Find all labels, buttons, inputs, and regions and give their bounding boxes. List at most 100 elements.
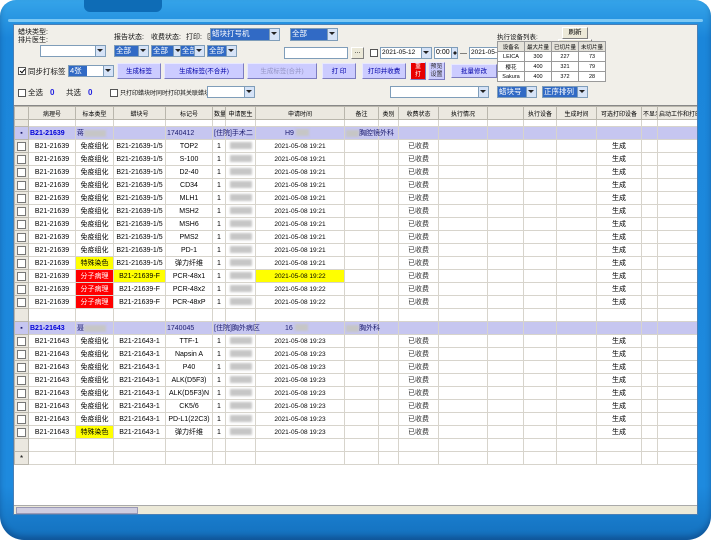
case-number[interactable]: B21-21643 — [30, 325, 65, 332]
date-from-combo[interactable]: 2021-05-12 — [380, 47, 432, 59]
scrollbar-thumb[interactable] — [16, 507, 138, 514]
date-range-checkbox[interactable] — [370, 49, 378, 57]
browse-button[interactable]: ... — [351, 47, 364, 59]
generate-link[interactable]: 生成 — [612, 260, 626, 267]
generate-link[interactable]: 生成 — [612, 169, 626, 176]
worklist-row[interactable]: B21-21639免疫组化B21-21639-1/5PMS212021-05-0… — [15, 231, 698, 244]
worklist-row[interactable]: B21-21639免疫组化B21-21639-1/5MSH612021-05-0… — [15, 218, 698, 231]
worklist-row[interactable]: B21-21639分子病理B21-21639-FPCR-48x112021-05… — [15, 270, 698, 283]
generate-link[interactable]: 生成 — [612, 416, 626, 423]
worklist-row[interactable]: B21-21643免疫组化B21-21643-1TTF-112021-05-08… — [15, 335, 698, 348]
generate-link[interactable]: 生成 — [612, 390, 626, 397]
generate-link[interactable]: 生成 — [612, 195, 626, 202]
worklist-row[interactable]: B21-21643免疫组化B21-21643-1ALK(D5F3)N12021-… — [15, 387, 698, 400]
row-checkbox[interactable] — [17, 246, 26, 255]
sort-field-combo[interactable]: 蜡块号 — [497, 86, 537, 98]
row-checkbox[interactable] — [17, 233, 26, 242]
device-filter-combo[interactable] — [390, 86, 489, 98]
generate-link[interactable]: 生成 — [612, 273, 626, 280]
row-checkbox[interactable] — [17, 415, 26, 424]
worklist-row[interactable]: B21-21639免疫组化B21-21639-1/5MSH212021-05-0… — [15, 205, 698, 218]
worklist-row[interactable]: B21-21639免疫组化B21-21639-1/5PD-112021-05-0… — [15, 244, 698, 257]
row-checkbox[interactable] — [17, 220, 26, 229]
filter-combo[interactable] — [207, 86, 255, 98]
row-checkbox[interactable] — [17, 272, 26, 281]
row-checkbox[interactable] — [17, 337, 26, 346]
row-checkbox[interactable] — [17, 181, 26, 190]
generate-link[interactable]: 生成 — [612, 299, 626, 306]
print-button[interactable]: 打 印 — [322, 63, 356, 79]
worklist-row[interactable]: B21-21639特殊染色B21-21639-1/5弹力纤维12021-05-0… — [15, 257, 698, 270]
worklist-row[interactable]: B21-21643免疫组化B21-21643-1ALK(D5F3)12021-0… — [15, 374, 698, 387]
horizontal-scrollbar[interactable] — [14, 505, 697, 514]
group-header-row[interactable]: ▪B21-21643聂1740045[住院]胸外病区16 胸外科 — [15, 322, 698, 335]
refresh-button[interactable]: 刷新 — [562, 27, 588, 39]
generate-link[interactable]: 生成 — [612, 234, 626, 241]
row-checkbox[interactable] — [17, 259, 26, 268]
worklist-row[interactable]: B21-21643免疫组化B21-21643-1PD-L1(22C3)12021… — [15, 413, 698, 426]
generate-link[interactable]: 生成 — [612, 286, 626, 293]
region-combo[interactable]: 全部 — [207, 45, 237, 57]
worklist-row[interactable]: B21-21639免疫组化B21-21639-1/5S-10012021-05-… — [15, 153, 698, 166]
row-checkbox[interactable] — [17, 363, 26, 372]
generate-link[interactable]: 生成 — [612, 377, 626, 384]
link-print-checkbox[interactable] — [110, 89, 118, 97]
generate-link[interactable]: 生成 — [612, 143, 626, 150]
worklist-row[interactable]: B21-21639分子病理B21-21639-FPCR-48x212021-05… — [15, 283, 698, 296]
time-from-stepper[interactable]: 0:00 — [434, 47, 458, 59]
generate-labels-nomerge-button[interactable]: 生成标签(不合并) — [164, 63, 244, 79]
generate-link[interactable]: 生成 — [612, 338, 626, 345]
row-checkbox[interactable] — [17, 155, 26, 164]
row-checkbox[interactable] — [17, 389, 26, 398]
worklist-row[interactable]: B21-21639免疫组化B21-21639-1/5MLH112021-05-0… — [15, 192, 698, 205]
empty-cell — [439, 244, 488, 257]
row-checkbox[interactable] — [17, 285, 26, 294]
row-checkbox[interactable] — [17, 402, 26, 411]
device-group-combo[interactable]: 蜡块打号机 — [210, 28, 280, 41]
generate-link[interactable]: 生成 — [612, 403, 626, 410]
row-checkbox[interactable] — [17, 298, 26, 307]
select-all-checkbox[interactable] — [18, 89, 26, 97]
sort-order-combo[interactable]: 正序排列 — [542, 86, 588, 98]
row-checkbox[interactable] — [17, 376, 26, 385]
generate-link[interactable]: 生成 — [612, 247, 626, 254]
block-type-combo[interactable] — [40, 45, 106, 57]
keyword-input[interactable] — [284, 47, 348, 59]
row-checkbox[interactable] — [17, 142, 26, 151]
generate-link[interactable]: 生成 — [612, 182, 626, 189]
copies-combo[interactable]: 4张 — [68, 65, 114, 77]
case-number[interactable]: B21-21639 — [30, 130, 65, 137]
generate-link[interactable]: 生成 — [612, 208, 626, 215]
generate-link[interactable]: 生成 — [612, 221, 626, 228]
mode-combo[interactable]: 全部 — [290, 28, 338, 41]
generate-link[interactable]: 生成 — [612, 429, 626, 436]
generate-labels-merge-button[interactable]: 生成标签(合并) — [247, 63, 317, 79]
worklist-row[interactable]: B21-21639分子病理B21-21639-FPCR-48xP12021-05… — [15, 296, 698, 309]
sync-label-checkbox[interactable] — [18, 67, 26, 75]
generate-labels-button[interactable]: 生成标签 — [117, 63, 161, 79]
case-number-cell: B21-21639 — [29, 270, 76, 283]
urgent-reprint-button[interactable]: 重打 — [410, 62, 426, 80]
batch-edit-button[interactable]: 批量修改 — [451, 64, 497, 78]
print-filter-combo[interactable]: 全部 — [180, 45, 205, 57]
worklist-row[interactable]: B21-21639免疫组化B21-21639-1/5CD3412021-05-0… — [15, 179, 698, 192]
worklist-row[interactable]: B21-21643免疫组化B21-21643-1CK5/612021-05-08… — [15, 400, 698, 413]
preview-settings-button[interactable]: 预览设置 — [428, 62, 445, 80]
generate-link[interactable]: 生成 — [612, 156, 626, 163]
row-checkbox[interactable] — [17, 350, 26, 359]
report-status-combo[interactable]: 全部 — [114, 45, 149, 57]
row-checkbox[interactable] — [17, 428, 26, 437]
generate-link[interactable]: 生成 — [612, 351, 626, 358]
quantity-cell: 1 — [213, 348, 226, 361]
row-checkbox[interactable] — [17, 168, 26, 177]
row-checkbox[interactable] — [17, 194, 26, 203]
print-and-charge-button[interactable]: 打印并收费 — [362, 63, 406, 79]
worklist-row[interactable]: B21-21643免疫组化B21-21643-1P4012021-05-08 1… — [15, 361, 698, 374]
worklist-row[interactable]: B21-21639免疫组化B21-21639-1/5TOP212021-05-0… — [15, 140, 698, 153]
row-checkbox[interactable] — [17, 207, 26, 216]
worklist-row[interactable]: B21-21643特殊染色B21-21643-1弹力纤维12021-05-08 … — [15, 426, 698, 439]
generate-link[interactable]: 生成 — [612, 364, 626, 371]
worklist-row[interactable]: B21-21639免疫组化B21-21639-1/5D2-4012021-05-… — [15, 166, 698, 179]
group-header-row[interactable]: ▪B21-21639蒋1740412[住院]手术二H9 胸腔镜外科 — [15, 127, 698, 140]
worklist-row[interactable]: B21-21643免疫组化B21-21643-1Napsin A12021-05… — [15, 348, 698, 361]
